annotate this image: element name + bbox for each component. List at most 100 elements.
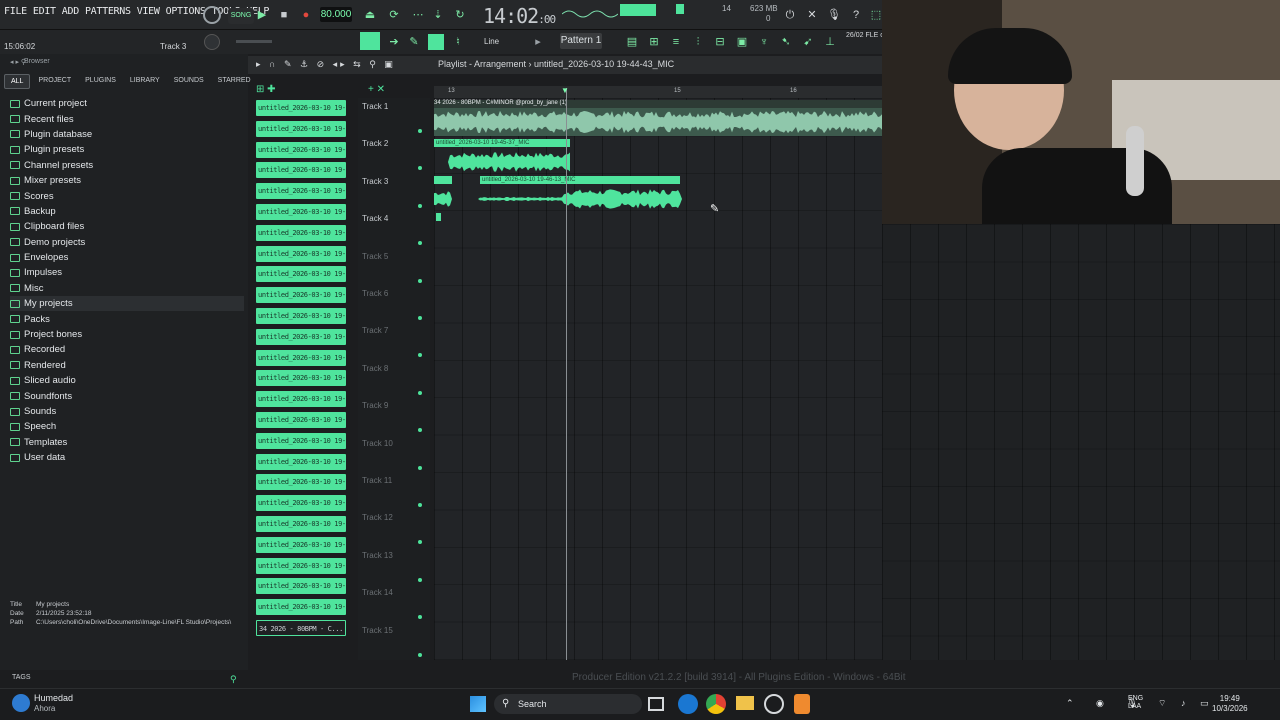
- chrome-icon[interactable]: [706, 694, 726, 714]
- track-mute-dot[interactable]: [418, 353, 422, 358]
- browser-item-user-data[interactable]: User data: [10, 450, 244, 465]
- mic-clip-3-title[interactable]: untitled_2026-03-10 19-46-13_MIC: [480, 176, 680, 184]
- windows-start-icon[interactable]: [470, 696, 486, 712]
- browser-item-plugin-presets[interactable]: Plugin presets: [10, 142, 244, 157]
- task-view-icon[interactable]: [648, 697, 664, 711]
- pattern-prev-icon[interactable]: ▸: [530, 34, 546, 50]
- browser-item-templates[interactable]: Templates: [10, 435, 244, 450]
- menu-file[interactable]: FILE: [4, 6, 27, 17]
- browser-item-channel-presets[interactable]: Channel presets: [10, 158, 244, 173]
- browser-item-misc[interactable]: Misc: [10, 281, 244, 296]
- track-label[interactable]: Track 2: [362, 139, 388, 148]
- playlist-view-button[interactable]: [360, 32, 380, 50]
- menu-add[interactable]: ADD: [62, 6, 79, 17]
- browser-item-rendered[interactable]: Rendered: [10, 358, 244, 373]
- playlist-tools-icons[interactable]: ▸ ∩ ✎ ⚓ ⊘ ◂▸ ⇆ ⚲ ▣: [256, 59, 396, 70]
- browser-item-recorded[interactable]: Recorded: [10, 342, 244, 357]
- browser-item-sounds[interactable]: Sounds: [10, 404, 244, 419]
- tuner-icon[interactable]: ⫶: [690, 34, 706, 50]
- browser-item-backup[interactable]: Backup: [10, 204, 244, 219]
- record-icon[interactable]: ●: [298, 7, 314, 23]
- browser-item-packs[interactable]: Packs: [10, 311, 244, 326]
- track-label[interactable]: Track 14: [362, 588, 393, 597]
- track-label[interactable]: Track 9: [362, 401, 388, 410]
- track-label[interactable]: Track 1: [362, 102, 388, 111]
- track-mute-dot[interactable]: [418, 166, 422, 171]
- add-clip-icon[interactable]: ⊞ ✚: [256, 84, 276, 95]
- browser-item-project-bones[interactable]: Project bones: [10, 327, 244, 342]
- browser-tab-all[interactable]: ALL: [4, 74, 31, 89]
- track-label[interactable]: Track 3: [362, 177, 388, 186]
- track-mute-dot[interactable]: [418, 316, 422, 320]
- countdown-icon[interactable]: ↻: [452, 7, 468, 23]
- browser-item-demo-projects[interactable]: Demo projects: [10, 235, 244, 250]
- clip-source-item[interactable]: untitled_2026-03-10 19-: [256, 245, 346, 262]
- small-clip[interactable]: [436, 213, 441, 221]
- clip-source-item[interactable]: untitled_2026-03-10 19-: [256, 474, 346, 491]
- browser-tab-sounds[interactable]: SOUNDS: [168, 74, 210, 89]
- stop-icon[interactable]: ■: [276, 7, 292, 23]
- search-icon[interactable]: ⚲: [230, 674, 237, 685]
- track-mute-dot[interactable]: [418, 390, 422, 395]
- track-label[interactable]: Track 4: [362, 214, 388, 223]
- track-mute-dot[interactable]: [418, 241, 422, 246]
- clip-source-item[interactable]: untitled_2026-03-10 19-: [256, 266, 346, 283]
- clip-source-item[interactable]: untitled_2026-03-10 19-: [256, 411, 346, 428]
- clip-source-item[interactable]: untitled_2026-03-10 19-: [256, 100, 346, 116]
- help-icon[interactable]: ?: [848, 7, 864, 23]
- timeline-ruler[interactable]: 13 15 16: [434, 86, 882, 98]
- browser-item-scores[interactable]: Scores: [10, 188, 244, 203]
- browser-item-clipboard-files[interactable]: Clipboard files: [10, 219, 244, 234]
- flag-icon[interactable]: ➹: [800, 34, 816, 50]
- track-mute-dot[interactable]: [418, 465, 422, 470]
- track-label[interactable]: Track 12: [362, 513, 393, 522]
- loop-record-icon[interactable]: ⟳: [386, 7, 402, 23]
- browser-icon[interactable]: ≡: [668, 34, 684, 50]
- browser-item-current-project[interactable]: Current project: [10, 96, 244, 111]
- clip-source-item[interactable]: untitled_2026-03-10 19-: [256, 432, 346, 449]
- browser-item-impulses[interactable]: Impulses: [10, 265, 244, 280]
- metronome-icon[interactable]: ⏏: [362, 7, 378, 23]
- song-mode-button[interactable]: SONG: [228, 8, 254, 24]
- browser-item-speech[interactable]: Speech: [10, 419, 244, 434]
- track-mute-dot[interactable]: [418, 503, 422, 507]
- paint-tool-button[interactable]: [428, 34, 444, 50]
- power-icon[interactable]: ⏻: [782, 7, 798, 23]
- network-volume-icons[interactable]: ⌔ ♪ ▭: [1158, 698, 1214, 709]
- add-track-icon[interactable]: + ✕: [368, 84, 385, 95]
- fl-studio-icon[interactable]: [794, 694, 810, 714]
- clip-source-item[interactable]: untitled_2026-03-10 19-: [256, 536, 346, 553]
- clip-source-item[interactable]: untitled_2026-03-10 19-: [256, 120, 346, 137]
- taskbar-search[interactable]: Search: [494, 694, 642, 714]
- clip-source-item[interactable]: untitled_2026-03-10 19-: [256, 141, 346, 158]
- clip-source-item[interactable]: untitled_2026-03-10 19-: [256, 307, 346, 324]
- master-volume-knob[interactable]: [204, 34, 220, 50]
- track-label[interactable]: Track 10: [362, 439, 393, 448]
- menu-view[interactable]: VIEW: [137, 6, 160, 17]
- channel-icon[interactable]: ⊞: [646, 34, 662, 50]
- script-icon[interactable]: ➷: [778, 34, 794, 50]
- browser-tab-starred[interactable]: STARRED: [212, 74, 257, 89]
- pencil-icon[interactable]: ✎: [406, 34, 422, 50]
- track-label[interactable]: Track 7: [362, 326, 388, 335]
- touch-keyboard-icon[interactable]: ♆: [756, 34, 772, 50]
- project-icon[interactable]: ▣: [734, 34, 750, 50]
- clip-source-item[interactable]: untitled_2026-03-10 19-: [256, 224, 346, 241]
- clip-source-item[interactable]: untitled_2026-03-10 19-: [256, 495, 346, 512]
- browser-tab-plugins[interactable]: PLUGINS: [79, 74, 122, 89]
- browser-item-mixer-presets[interactable]: Mixer presets: [10, 173, 244, 188]
- play-icon[interactable]: ▶: [254, 7, 270, 23]
- track-label[interactable]: Track 15: [362, 626, 393, 635]
- pattern-selector[interactable]: Pattern 1: [560, 33, 602, 49]
- mic-clip-2-waveform[interactable]: [434, 148, 570, 176]
- tips-icon[interactable]: ⊥: [822, 34, 838, 50]
- mic-clip-3-waveform[interactable]: [434, 185, 684, 213]
- browser-item-envelopes[interactable]: Envelopes: [10, 250, 244, 265]
- track-label[interactable]: Track 8: [362, 364, 388, 373]
- wrench-icon[interactable]: ✕: [804, 7, 820, 23]
- menu-patterns[interactable]: PATTERNS: [85, 6, 131, 17]
- audio-clip-beat[interactable]: [434, 108, 882, 136]
- channel-rack-icon[interactable]: ♮: [450, 34, 466, 50]
- track-label[interactable]: Track 6: [362, 289, 388, 298]
- track-label[interactable]: Track 5: [362, 252, 388, 261]
